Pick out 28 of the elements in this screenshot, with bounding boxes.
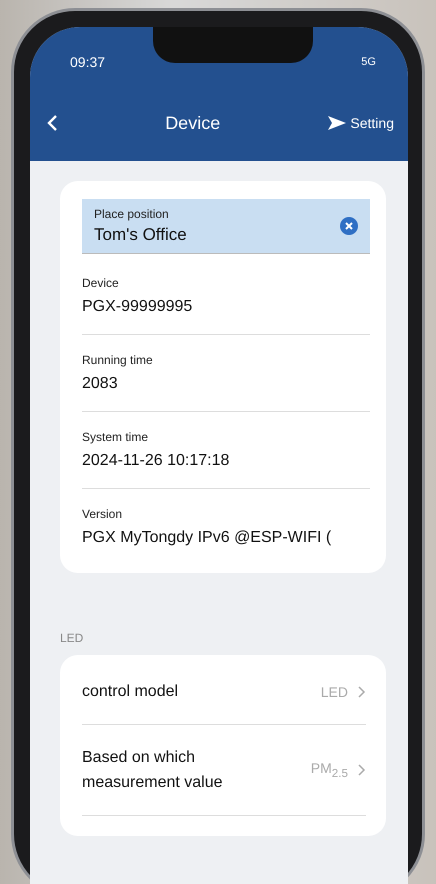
section-title: LED [60,631,84,645]
chevron-icon [358,764,366,776]
back-button[interactable] [46,114,58,132]
chevron-icon [358,686,366,698]
setting-value: PM$_{2.5}$ [310,760,348,780]
setting-row[interactable]: control model LED [82,659,366,725]
info-value: PGX-99999995 [82,298,194,316]
info-value: 2024-11-26 10:17:18 [82,452,230,470]
clear-icon[interactable] [340,217,358,235]
network-label: 5G [361,56,376,68]
place-position-field[interactable]: Place position Tom's Office [82,199,370,254]
status-time: 09:37 [70,54,106,70]
info-label: Device [82,276,120,290]
back-icon [46,114,58,132]
field-value: Tom's Office [94,225,187,245]
send-icon [327,115,348,131]
info-label: Running time [82,353,154,367]
setting-label: control model [82,682,178,702]
info-value: PGX MyTongdy IPv6 @ESP-WIFI ( [82,529,332,547]
info-value: 2083 [82,375,119,393]
info-label: System time [82,430,150,444]
setting-button[interactable]: Setting [327,115,394,131]
page-title: Device [165,112,220,134]
setting-label: Based on which measurement value [82,748,224,793]
setting-row[interactable]: Based on which measurement value PM$_{2.5}$ [82,725,366,816]
field-label: Place position [94,207,170,221]
info-label: Version [82,507,124,521]
setting-value: LED [320,684,348,700]
